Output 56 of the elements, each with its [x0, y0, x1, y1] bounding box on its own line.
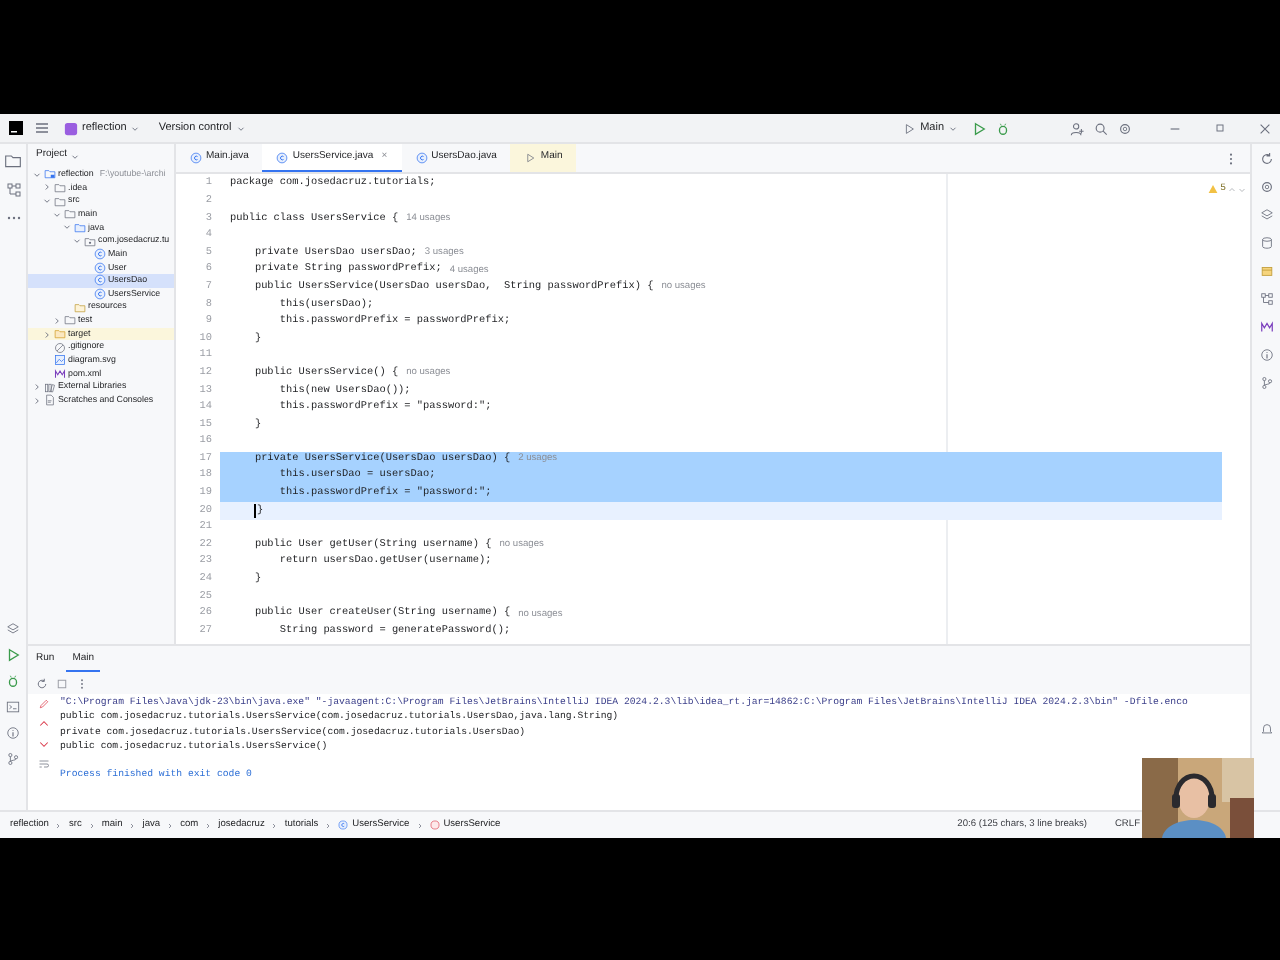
structure-icon[interactable] — [5, 182, 21, 198]
class-icon — [276, 152, 289, 164]
warning-icon[interactable] — [1208, 184, 1219, 195]
layers-icon[interactable] — [1259, 208, 1273, 222]
sync-icon[interactable] — [1259, 152, 1273, 166]
stop-icon[interactable] — [56, 678, 68, 690]
project-icon — [64, 121, 78, 135]
add-user-icon[interactable] — [1070, 121, 1084, 135]
run-config-icon — [902, 121, 917, 135]
class-icon — [338, 820, 349, 830]
scratch-file-icon — [44, 394, 56, 407]
database-icon[interactable] — [1259, 236, 1273, 250]
rerun-icon[interactable] — [36, 678, 48, 690]
branch-icon[interactable] — [1259, 376, 1273, 390]
plugin-icon[interactable] — [1259, 180, 1273, 194]
project-view-icon[interactable] — [4, 152, 22, 170]
package-icon[interactable] — [1259, 264, 1273, 278]
module-folder-icon — [44, 168, 56, 181]
caret-icon — [130, 123, 141, 133]
wrap-icon[interactable] — [38, 758, 50, 770]
caret-icon — [235, 123, 246, 133]
terminal-icon[interactable] — [6, 700, 20, 714]
maven-file-icon — [54, 367, 66, 380]
class-icon — [415, 152, 428, 164]
services-icon[interactable] — [6, 622, 20, 636]
method-icon — [429, 820, 440, 830]
run-config-icon — [524, 152, 537, 164]
menu-icon[interactable] — [34, 120, 50, 136]
search-icon[interactable] — [1094, 121, 1108, 135]
info-icon[interactable] — [1259, 348, 1273, 362]
maven-icon[interactable] — [1259, 320, 1273, 334]
caret-icon — [948, 123, 958, 133]
caret-icon[interactable] — [69, 151, 80, 161]
image-file-icon — [54, 354, 66, 367]
text-caret — [254, 504, 257, 519]
notifications-icon[interactable] — [1259, 722, 1273, 736]
run-icon[interactable] — [972, 121, 986, 135]
maximize-icon[interactable] — [1214, 122, 1226, 134]
git-icon[interactable] — [6, 752, 20, 766]
up-icon[interactable] — [38, 718, 50, 730]
resources-folder-icon — [74, 301, 86, 314]
debug-tool-icon[interactable] — [6, 674, 20, 688]
close-icon[interactable] — [1258, 121, 1272, 135]
settings-icon[interactable] — [1118, 121, 1132, 135]
library-icon — [44, 381, 56, 394]
edit-icon[interactable] — [38, 698, 50, 710]
debug-icon[interactable] — [996, 121, 1010, 135]
app-logo-icon — [8, 120, 24, 136]
ignore-file-icon — [54, 341, 66, 354]
problems-icon[interactable] — [6, 726, 20, 740]
package-icon — [84, 235, 96, 248]
class-icon — [190, 152, 202, 164]
hierarchy-icon[interactable] — [1259, 292, 1273, 306]
down-icon[interactable] — [38, 738, 50, 750]
run-tool-icon[interactable] — [6, 648, 20, 662]
source-folder-icon — [74, 221, 86, 234]
